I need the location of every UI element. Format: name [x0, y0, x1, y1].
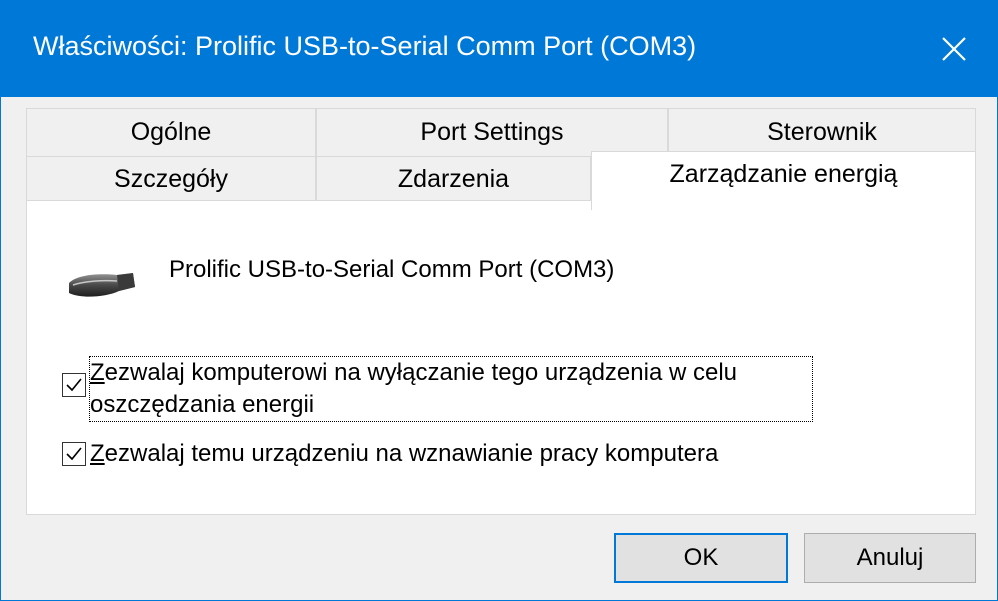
- tab-label: Zarządzanie energią: [669, 159, 898, 188]
- tab-events[interactable]: Zdarzenia: [316, 156, 591, 201]
- allow-wake-checkbox[interactable]: [62, 442, 86, 466]
- mnemonic-letter: Z: [90, 440, 105, 467]
- tab-label: Sterownik: [767, 118, 877, 146]
- tab-label: Szczegóły: [114, 164, 228, 193]
- tab-general[interactable]: Ogólne: [26, 108, 316, 156]
- cancel-button[interactable]: Anuluj: [804, 533, 976, 583]
- mnemonic-letter: Z: [90, 359, 105, 386]
- properties-dialog: Właściwości: Prolific USB-to-Serial Comm…: [0, 0, 998, 601]
- checkmark-icon: [66, 447, 82, 461]
- serial-port-icon: [69, 273, 135, 297]
- window-title: Właściwości: Prolific USB-to-Serial Comm…: [33, 31, 697, 61]
- allow-wake-option[interactable]: Zezwalaj temu urządzeniu na wznawianie p…: [62, 438, 718, 470]
- tab-label: Zdarzenia: [397, 164, 510, 193]
- allow-turn-off-option[interactable]: Zezwalaj komputerowi na wyłączanie tego …: [62, 356, 813, 422]
- title-bar[interactable]: Właściwości: Prolific USB-to-Serial Comm…: [1, 1, 997, 97]
- allow-turn-off-label[interactable]: Zezwalaj komputerowi na wyłączanie tego …: [89, 356, 813, 422]
- device-name: Prolific USB-to-Serial Comm Port (COM3): [169, 256, 615, 283]
- label-line-1: ezwalaj komputerowi na wyłączanie tego u…: [104, 359, 738, 386]
- allow-turn-off-checkbox[interactable]: [62, 373, 86, 397]
- ok-button[interactable]: OK: [614, 533, 788, 583]
- tab-label: Port Settings: [420, 118, 564, 146]
- close-icon: [942, 37, 966, 61]
- tab-details[interactable]: Szczegóły: [26, 156, 316, 201]
- tab-power-management[interactable]: Zarządzanie energią: [591, 151, 976, 210]
- close-button[interactable]: [911, 1, 997, 97]
- checkmark-icon: [66, 378, 82, 392]
- tab-label: Ogólne: [130, 118, 212, 146]
- label-line-2: oszczędzania energii: [90, 391, 315, 418]
- tab-driver[interactable]: Sterownik: [668, 108, 976, 156]
- label-text: ezwalaj temu urządzeniu na wznawianie pr…: [104, 440, 719, 467]
- allow-wake-label[interactable]: Zezwalaj temu urządzeniu na wznawianie p…: [90, 438, 718, 470]
- tab-port-settings[interactable]: Port Settings: [316, 108, 668, 156]
